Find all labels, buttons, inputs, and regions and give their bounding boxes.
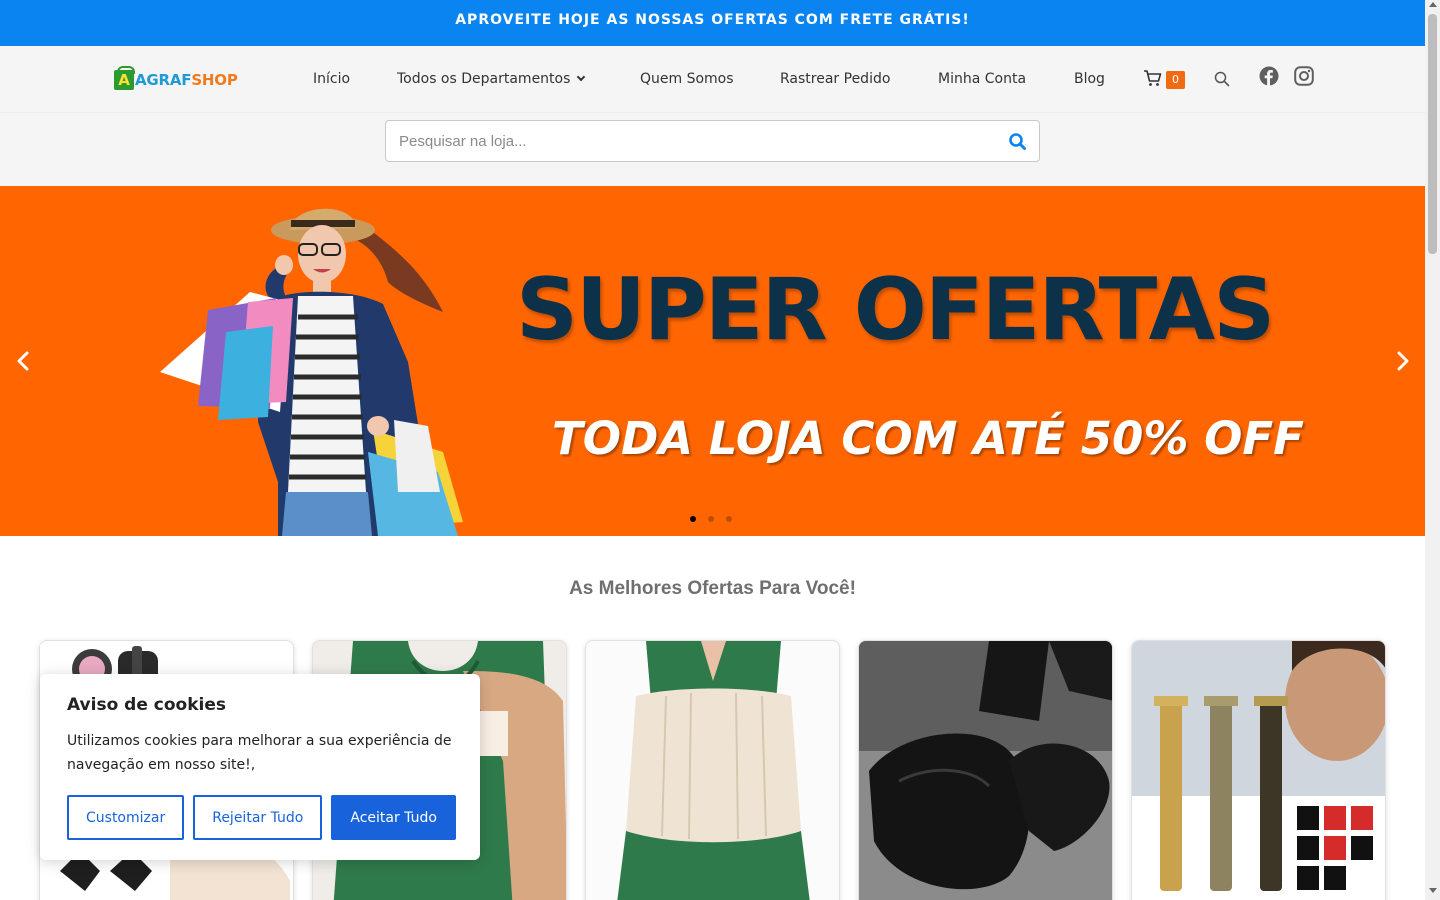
hair-trimmer-image — [1132, 641, 1385, 900]
chevron-right-icon[interactable] — [1394, 350, 1412, 372]
scroll-down-arrow-icon[interactable] — [1428, 888, 1437, 893]
hero-banner[interactable]: SUPER OFERTAS TODA LOJA COM ATÉ 50% OFF — [0, 186, 1425, 536]
facebook-icon[interactable] — [1259, 66, 1279, 86]
slider-dot-2[interactable] — [708, 516, 714, 522]
page: APROVEITE HOJE AS NOSSAS OFERTAS COM FRE… — [0, 0, 1440, 900]
page-scrollbar[interactable] — [1425, 0, 1440, 900]
banner-subtitle: TODA LOJA COM ATÉ 50% OFF — [552, 412, 1304, 465]
logo-text-agraf: AGRAF — [135, 71, 192, 89]
black-loafer-image — [859, 641, 1112, 900]
nav-item-blog[interactable]: Blog — [1074, 71, 1105, 87]
cart-icon[interactable] — [1143, 68, 1163, 88]
slider-dot-1[interactable] — [690, 516, 696, 522]
slider-dot-3[interactable] — [726, 516, 732, 522]
offers-section-title: As Melhores Ofertas Para Você! — [569, 578, 856, 599]
product-card-hair-trimmer[interactable] — [1131, 640, 1386, 900]
logo-text-shop: SHOP — [191, 71, 238, 89]
site-logo[interactable]: A AGRAFSHOP — [114, 66, 238, 91]
product-card-waist-trainer[interactable] — [585, 640, 840, 900]
nav-item-departamentos[interactable]: Todos os Departamentos — [397, 71, 586, 87]
nav-item-quem-somos[interactable]: Quem Somos — [640, 71, 734, 87]
waist-trainer-image — [586, 641, 839, 900]
chevron-left-icon[interactable] — [14, 350, 32, 372]
cookie-reject-button[interactable]: Rejeitar Tudo — [193, 795, 323, 840]
store-search-box — [385, 120, 1040, 162]
store-search-input[interactable] — [386, 121, 986, 161]
cookie-customize-button[interactable]: Customizar — [67, 795, 185, 840]
site-header: A AGRAFSHOP Início Todos os Departamento… — [0, 46, 1425, 113]
search-band — [0, 113, 1425, 186]
cookie-buttons: Customizar Rejeitar Tudo Aceitar Tudo — [67, 795, 456, 840]
instagram-icon[interactable] — [1294, 66, 1314, 86]
slider-dots — [690, 516, 732, 522]
nav-item-inicio[interactable]: Início — [313, 71, 350, 87]
shopping-woman-image — [160, 208, 463, 536]
cookie-notice-text: Utilizamos cookies para melhorar a sua e… — [67, 733, 452, 773]
product-card-loafer[interactable] — [858, 640, 1113, 900]
cart-count-badge[interactable]: 0 — [1166, 71, 1185, 89]
announcement-bar: APROVEITE HOJE AS NOSSAS OFERTAS COM FRE… — [0, 0, 1425, 46]
logo-text: AGRAFSHOP — [135, 71, 238, 89]
scroll-up-arrow-icon[interactable] — [1428, 2, 1437, 7]
scrollbar-thumb[interactable] — [1428, 14, 1437, 254]
cookie-notice: Aviso de cookies Utilizamos cookies para… — [40, 674, 480, 860]
nav-item-departamentos-label: Todos os Departamentos — [397, 71, 571, 87]
logo-bag-icon: A — [114, 66, 135, 90]
nav-item-minha-conta[interactable]: Minha Conta — [938, 71, 1026, 87]
nav-item-rastrear-pedido[interactable]: Rastrear Pedido — [780, 71, 890, 87]
banner-title: SUPER OFERTAS — [516, 260, 1275, 360]
cookie-notice-title: Aviso de cookies — [67, 695, 227, 715]
store-search-submit-icon[interactable] — [1007, 131, 1029, 153]
search-icon[interactable] — [1213, 70, 1231, 88]
cookie-accept-button[interactable]: Aceitar Tudo — [331, 795, 456, 840]
chevron-down-icon — [577, 72, 586, 82]
